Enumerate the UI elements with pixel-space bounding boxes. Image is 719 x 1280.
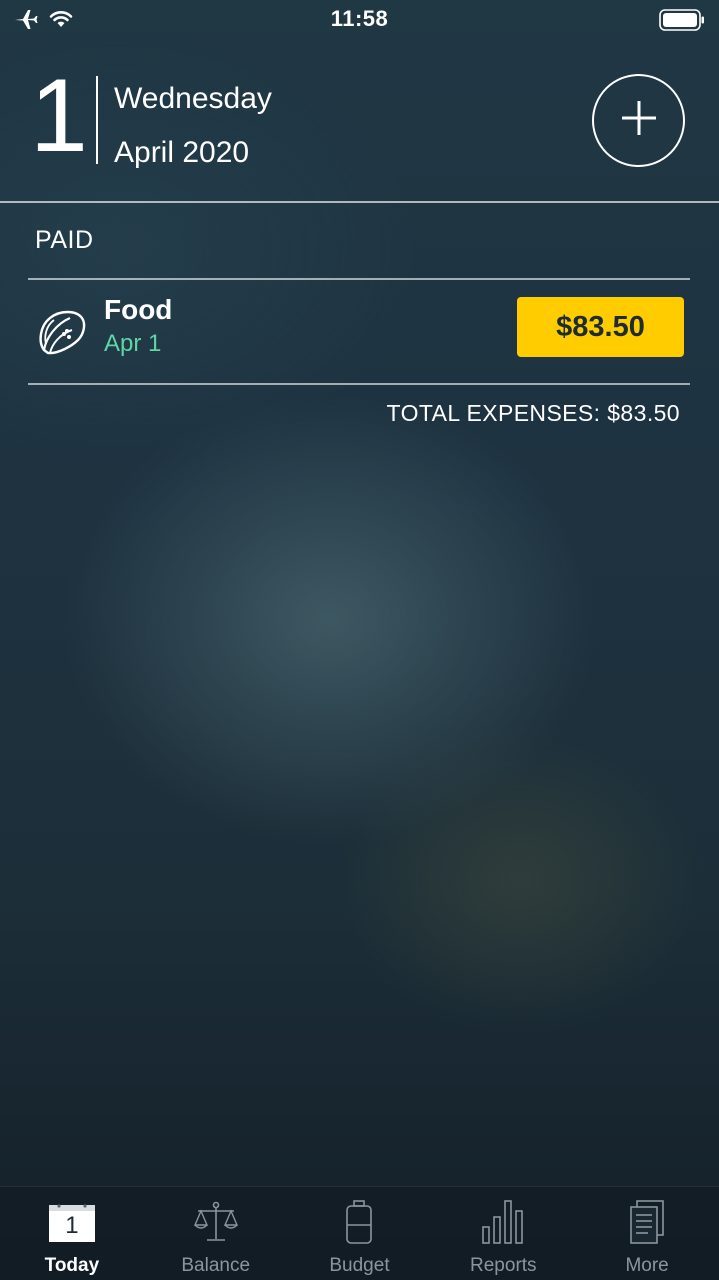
calendar-day: 1 bbox=[65, 1212, 79, 1239]
expense-date: Apr 1 bbox=[104, 330, 162, 357]
taco-icon bbox=[34, 304, 90, 360]
section-label-paid: PAID bbox=[35, 226, 94, 254]
expense-amount-badge[interactable]: $83.50 bbox=[517, 297, 684, 357]
total-expenses: TOTAL EXPENSES: $83.50 bbox=[386, 400, 680, 426]
tab-label-reports: Reports bbox=[470, 1255, 537, 1276]
status-time: 11:58 bbox=[330, 6, 389, 31]
tab-balance[interactable]: Balance bbox=[144, 1187, 288, 1280]
day-number: 1 bbox=[30, 58, 88, 174]
tab-reports[interactable]: Reports bbox=[431, 1187, 575, 1280]
tab-label-today: Today bbox=[44, 1255, 100, 1276]
documents-icon bbox=[627, 1199, 667, 1247]
add-expense-button[interactable] bbox=[592, 74, 685, 167]
calendar-icon: 1 bbox=[48, 1199, 96, 1243]
date-header: 1 Wednesday April 2020 bbox=[0, 60, 719, 202]
battery-budget-icon bbox=[344, 1199, 374, 1247]
plus-icon bbox=[619, 98, 659, 143]
weekday-label: Wednesday bbox=[114, 82, 272, 115]
status-bar: 11:58 bbox=[0, 0, 719, 40]
month-year-label: April 2020 bbox=[114, 136, 250, 169]
bar-chart-icon bbox=[480, 1199, 526, 1247]
tab-today[interactable]: 1 Today bbox=[0, 1187, 144, 1280]
tab-bar: 1 Today Balance Budget Reports More bbox=[0, 1186, 719, 1280]
tab-label-budget: Budget bbox=[329, 1255, 390, 1276]
scale-icon bbox=[193, 1199, 239, 1247]
tab-label-more: More bbox=[625, 1255, 669, 1276]
battery-icon bbox=[659, 9, 705, 36]
tab-label-balance: Balance bbox=[181, 1255, 251, 1276]
expense-category: Food bbox=[104, 294, 173, 325]
day-divider bbox=[96, 76, 98, 164]
tab-more[interactable]: More bbox=[575, 1187, 719, 1280]
tab-budget[interactable]: Budget bbox=[288, 1187, 432, 1280]
header-divider bbox=[0, 201, 719, 203]
section-divider-bottom bbox=[28, 383, 690, 385]
expense-row[interactable]: Food Apr 1 $83.50 bbox=[28, 280, 690, 383]
